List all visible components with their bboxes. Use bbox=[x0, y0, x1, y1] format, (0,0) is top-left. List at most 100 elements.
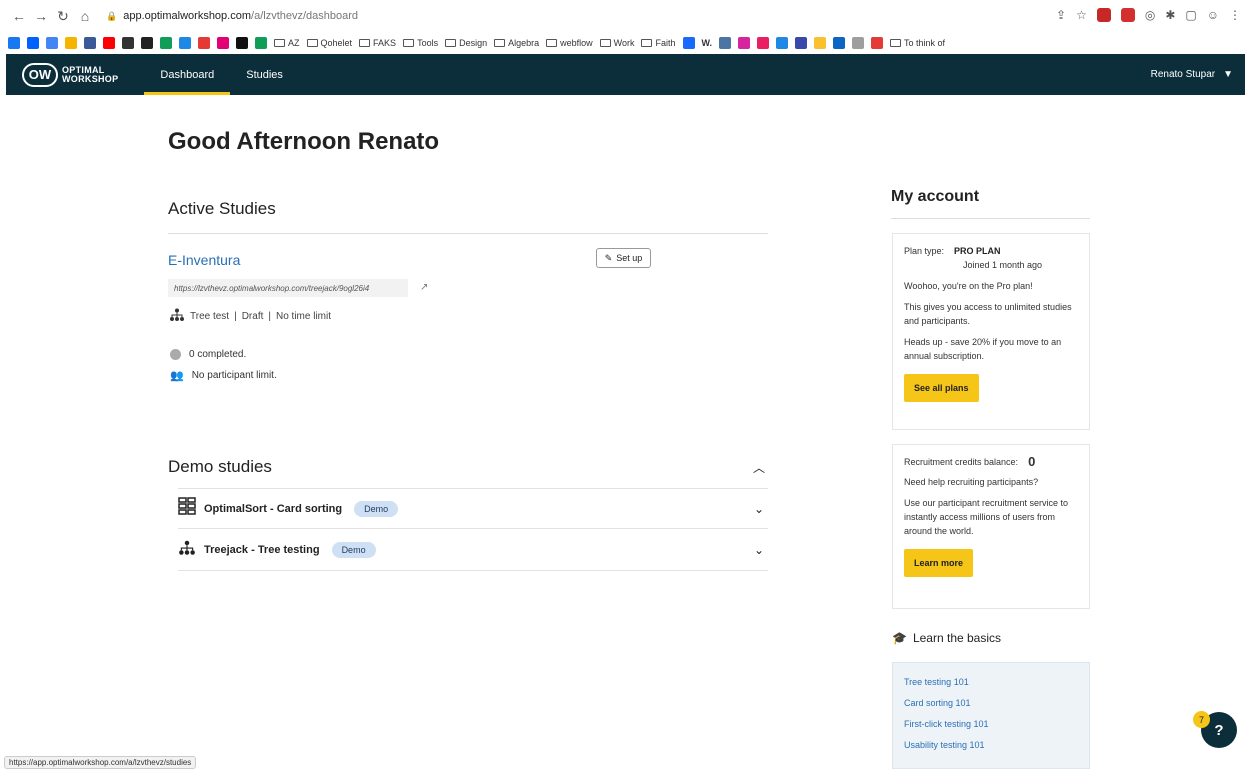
bookmark-folder[interactable]: webflow bbox=[546, 38, 593, 48]
setup-button[interactable]: ✎ Set up bbox=[596, 248, 651, 268]
puzzle-icon[interactable]: ✱ bbox=[1165, 8, 1175, 22]
bookmark-label: To think of bbox=[904, 38, 946, 48]
profile-icon[interactable]: ☺ bbox=[1207, 8, 1219, 22]
bookmark-icon[interactable] bbox=[814, 37, 826, 49]
linkedin-bookmark-icon[interactable] bbox=[833, 37, 845, 49]
vk-bookmark-icon[interactable] bbox=[719, 37, 731, 49]
forward-icon[interactable]: → bbox=[30, 8, 52, 24]
demo-label: Treejack - Tree testing bbox=[204, 544, 320, 556]
bookmark-icon[interactable] bbox=[236, 37, 248, 49]
bookmark-icon[interactable] bbox=[160, 37, 172, 49]
completed-stat: 0 completed. bbox=[170, 349, 246, 360]
facebook-bookmark-icon[interactable] bbox=[8, 37, 20, 49]
learn-link-tree-testing[interactable]: Tree testing 101 bbox=[904, 677, 1078, 687]
bookmark-icon[interactable] bbox=[122, 37, 134, 49]
user-menu[interactable]: Renato Stupar ▼ bbox=[1151, 54, 1233, 95]
bookmark-folder[interactable]: Design bbox=[445, 38, 487, 48]
bookmark-icon[interactable] bbox=[871, 37, 883, 49]
bookmark-label: Faith bbox=[655, 38, 676, 48]
back-icon[interactable]: ← bbox=[8, 8, 30, 24]
learn-basics-title: 🎓 Learn the basics bbox=[892, 631, 1001, 645]
demo-label: OptimalSort - Card sorting bbox=[204, 502, 343, 515]
meta-separator: | bbox=[268, 311, 271, 322]
bookmark-icon[interactable] bbox=[179, 37, 191, 49]
demo-row-card-sorting[interactable]: OptimalSort - Card sorting Demo ⌄ bbox=[178, 488, 768, 529]
chevron-down-icon[interactable]: ⌄ bbox=[754, 543, 764, 557]
status-url: https://app.optimalworkshop.com/a/lzvthe… bbox=[4, 756, 197, 769]
folder-icon bbox=[359, 39, 371, 47]
demo-row-tree-testing[interactable]: Treejack - Tree testing Demo ⌄ bbox=[178, 530, 768, 571]
bookmark-label: Design bbox=[459, 38, 488, 48]
address-bar[interactable]: 🔒 app.optimalworkshop.com/a/lzvthevz/das… bbox=[106, 10, 358, 22]
external-link-icon[interactable]: ↗ bbox=[420, 282, 428, 293]
study-url[interactable]: https://lzvthevz.optimalworkshop.com/tre… bbox=[168, 279, 408, 297]
divider bbox=[891, 218, 1090, 219]
page-title: Good Afternoon Renato bbox=[168, 128, 440, 155]
gmail-extension-icon[interactable] bbox=[1096, 8, 1111, 22]
plan-card: Plan type: PRO PLAN Joined 1 month ago W… bbox=[892, 233, 1090, 430]
completed-text: 0 completed. bbox=[189, 349, 247, 360]
youtube-bookmark-icon[interactable] bbox=[103, 37, 115, 49]
home-icon[interactable]: ⌂ bbox=[74, 8, 96, 24]
bookmark-folder[interactable]: Qohelet bbox=[306, 38, 352, 48]
participant-limit-text: No participant limit. bbox=[191, 370, 277, 381]
logo[interactable]: OW OPTIMAL WORKSHOP bbox=[22, 54, 118, 95]
see-all-plans-button[interactable]: See all plans bbox=[904, 374, 979, 402]
chevron-down-icon[interactable]: ⌄ bbox=[754, 502, 764, 516]
instagram-bookmark-icon[interactable] bbox=[738, 37, 750, 49]
learn-link-card-sorting[interactable]: Card sorting 101 bbox=[904, 698, 1078, 708]
demo-badge: Demo bbox=[354, 500, 399, 517]
bookmark-label: Tools bbox=[417, 38, 439, 48]
credits-value: 0 bbox=[1028, 454, 1036, 469]
behance-bookmark-icon[interactable] bbox=[682, 37, 695, 49]
folder-icon bbox=[546, 39, 558, 47]
bookmark-icon[interactable] bbox=[198, 37, 210, 49]
share-icon[interactable]: ⇪ bbox=[1056, 8, 1066, 22]
bookmark-folder[interactable]: Tools bbox=[403, 38, 438, 48]
reload-icon[interactable]: ↻ bbox=[52, 8, 74, 25]
learn-link-first-click[interactable]: First-click testing 101 bbox=[904, 719, 1078, 729]
camera-icon[interactable]: ◎ bbox=[1145, 8, 1155, 22]
tab-studies[interactable]: Studies bbox=[230, 54, 299, 95]
bookmark-folder[interactable]: Work bbox=[599, 38, 634, 48]
bookmark-folder[interactable]: Faith bbox=[641, 38, 676, 48]
study-link[interactable]: E-Inventura bbox=[168, 252, 240, 268]
bookmark-label: AZ bbox=[288, 38, 300, 48]
bookmark-folder[interactable]: AZ bbox=[274, 38, 300, 48]
bookmark-icon[interactable] bbox=[65, 37, 77, 49]
chevron-up-icon[interactable]: ︿ bbox=[753, 459, 765, 476]
learn-link-usability[interactable]: Usability testing 101 bbox=[904, 740, 1078, 750]
bookmark-icon[interactable] bbox=[852, 37, 864, 49]
dribbble-bookmark-icon[interactable] bbox=[757, 37, 769, 49]
bookmark-folder[interactable]: Algebra bbox=[494, 38, 539, 48]
app-header: OW OPTIMAL WORKSHOP Dashboard Studies Re… bbox=[6, 54, 1245, 95]
plan-text: Heads up - save 20% if you move to an an… bbox=[904, 337, 1062, 361]
tree-icon bbox=[169, 308, 185, 325]
bookmark-icon[interactable] bbox=[84, 37, 96, 49]
bookmark-icon[interactable] bbox=[141, 37, 153, 49]
menu-icon[interactable]: ⋮ bbox=[1229, 8, 1241, 22]
extension-icon[interactable] bbox=[1120, 8, 1135, 22]
learn-more-button[interactable]: Learn more bbox=[904, 549, 974, 577]
circle-icon bbox=[170, 349, 181, 360]
folder-icon bbox=[445, 39, 457, 47]
bookmarks-bar: AZ Qohelet FAKS Tools Design Algebra web… bbox=[0, 32, 1251, 54]
sidebar-icon[interactable]: ▢ bbox=[1185, 8, 1196, 22]
bookmark-folder[interactable]: FAKS bbox=[359, 38, 396, 48]
help-count-badge: 7 bbox=[1193, 711, 1210, 728]
dropbox-bookmark-icon[interactable] bbox=[27, 37, 39, 49]
setup-label: Set up bbox=[616, 253, 643, 263]
bookmark-icon[interactable] bbox=[776, 37, 788, 49]
bookmark-folder[interactable]: To think of bbox=[890, 38, 945, 48]
translate-bookmark-icon[interactable] bbox=[46, 37, 58, 49]
star-icon[interactable]: ☆ bbox=[1076, 8, 1087, 22]
lock-icon: 🔒 bbox=[106, 10, 118, 21]
browser-toolbar: ← → ↻ ⌂ 🔒 app.optimalworkshop.com/a/lzvt… bbox=[0, 0, 1251, 32]
tab-dashboard[interactable]: Dashboard bbox=[144, 54, 231, 95]
bookmark-icon[interactable] bbox=[217, 37, 229, 49]
logo-text: OPTIMAL WORKSHOP bbox=[62, 65, 118, 84]
bookmark-icon[interactable] bbox=[795, 37, 807, 49]
plan-value: PRO PLAN bbox=[954, 246, 1001, 256]
bookmark-label[interactable]: W. bbox=[702, 38, 713, 48]
sheets-bookmark-icon[interactable] bbox=[255, 37, 267, 49]
